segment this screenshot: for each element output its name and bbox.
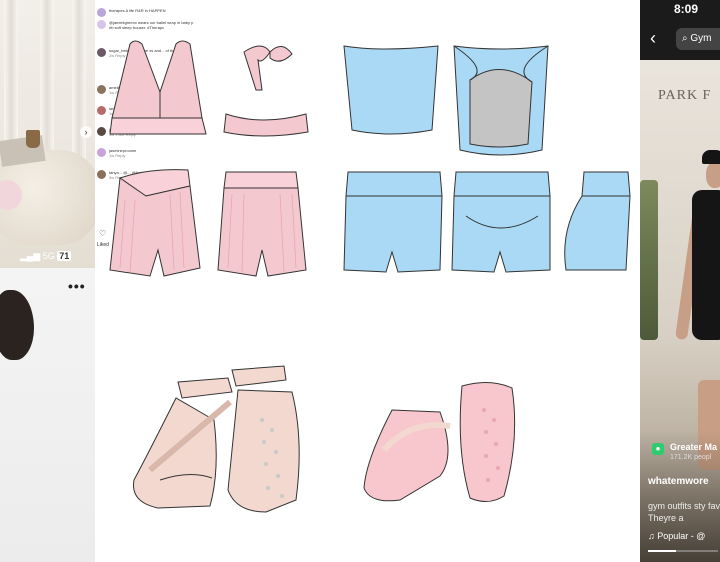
video-progress[interactable] bbox=[648, 550, 718, 552]
halter-bra-front bbox=[109, 40, 207, 135]
pink-skort-back bbox=[217, 171, 307, 277]
location-label[interactable]: Greater Ma bbox=[670, 442, 717, 452]
location-icon: ● bbox=[652, 443, 664, 455]
username[interactable]: whatemwore bbox=[648, 476, 709, 487]
search-icon: ⌕ bbox=[682, 33, 688, 44]
video-description: gym outfits sty fave? Theyre a bbox=[648, 501, 720, 523]
pink-ankle-sock bbox=[363, 409, 451, 502]
left-photo-panel[interactable]: › ▂▄▆ 5G 71 bbox=[0, 0, 95, 268]
status-time: 8:09 bbox=[674, 2, 699, 16]
phone-screen: PARK F 8:09 ‹ ⌕ Gym ● Greater Ma 171.2K … bbox=[640, 0, 720, 562]
person-hair bbox=[0, 290, 34, 360]
ballet-sock-left bbox=[133, 377, 233, 509]
person-body bbox=[692, 190, 720, 340]
blue-shorts-front bbox=[343, 171, 443, 273]
more-options-icon[interactable]: ••• bbox=[68, 278, 86, 294]
search-text: Gym bbox=[690, 33, 712, 44]
ballet-sock-right bbox=[227, 365, 300, 513]
blue-shorts-back bbox=[451, 171, 551, 273]
left-video-panel[interactable]: ••• bbox=[0, 268, 95, 562]
pink-skort-front bbox=[109, 169, 201, 277]
mug bbox=[26, 130, 40, 148]
store-sign: PARK F bbox=[658, 88, 712, 103]
location-sub: 171.2K peopl bbox=[670, 454, 712, 461]
chevron-right-icon[interactable]: › bbox=[80, 126, 92, 138]
network-label: 5G bbox=[42, 251, 55, 261]
music-label[interactable]: ♫ Popular - @ bbox=[648, 531, 705, 541]
search-input[interactable]: ⌕ Gym bbox=[676, 28, 720, 50]
battery-badge: 71 bbox=[57, 251, 72, 261]
blue-top-back bbox=[453, 45, 549, 156]
plant bbox=[640, 180, 658, 340]
person-face bbox=[706, 162, 720, 188]
design-canvas bbox=[109, 40, 631, 513]
pink-grip-sock bbox=[459, 382, 516, 502]
halter-bra-back bbox=[223, 45, 309, 137]
blue-shorts-side bbox=[564, 171, 631, 271]
person-cap bbox=[702, 150, 720, 164]
status-bar: ▂▄▆ 5G 71 bbox=[20, 251, 72, 262]
blue-top-front bbox=[343, 45, 439, 135]
progress-fill bbox=[648, 550, 676, 552]
back-icon[interactable]: ‹ bbox=[650, 28, 656, 49]
signal-icon: ▂▄▆ bbox=[20, 251, 41, 261]
